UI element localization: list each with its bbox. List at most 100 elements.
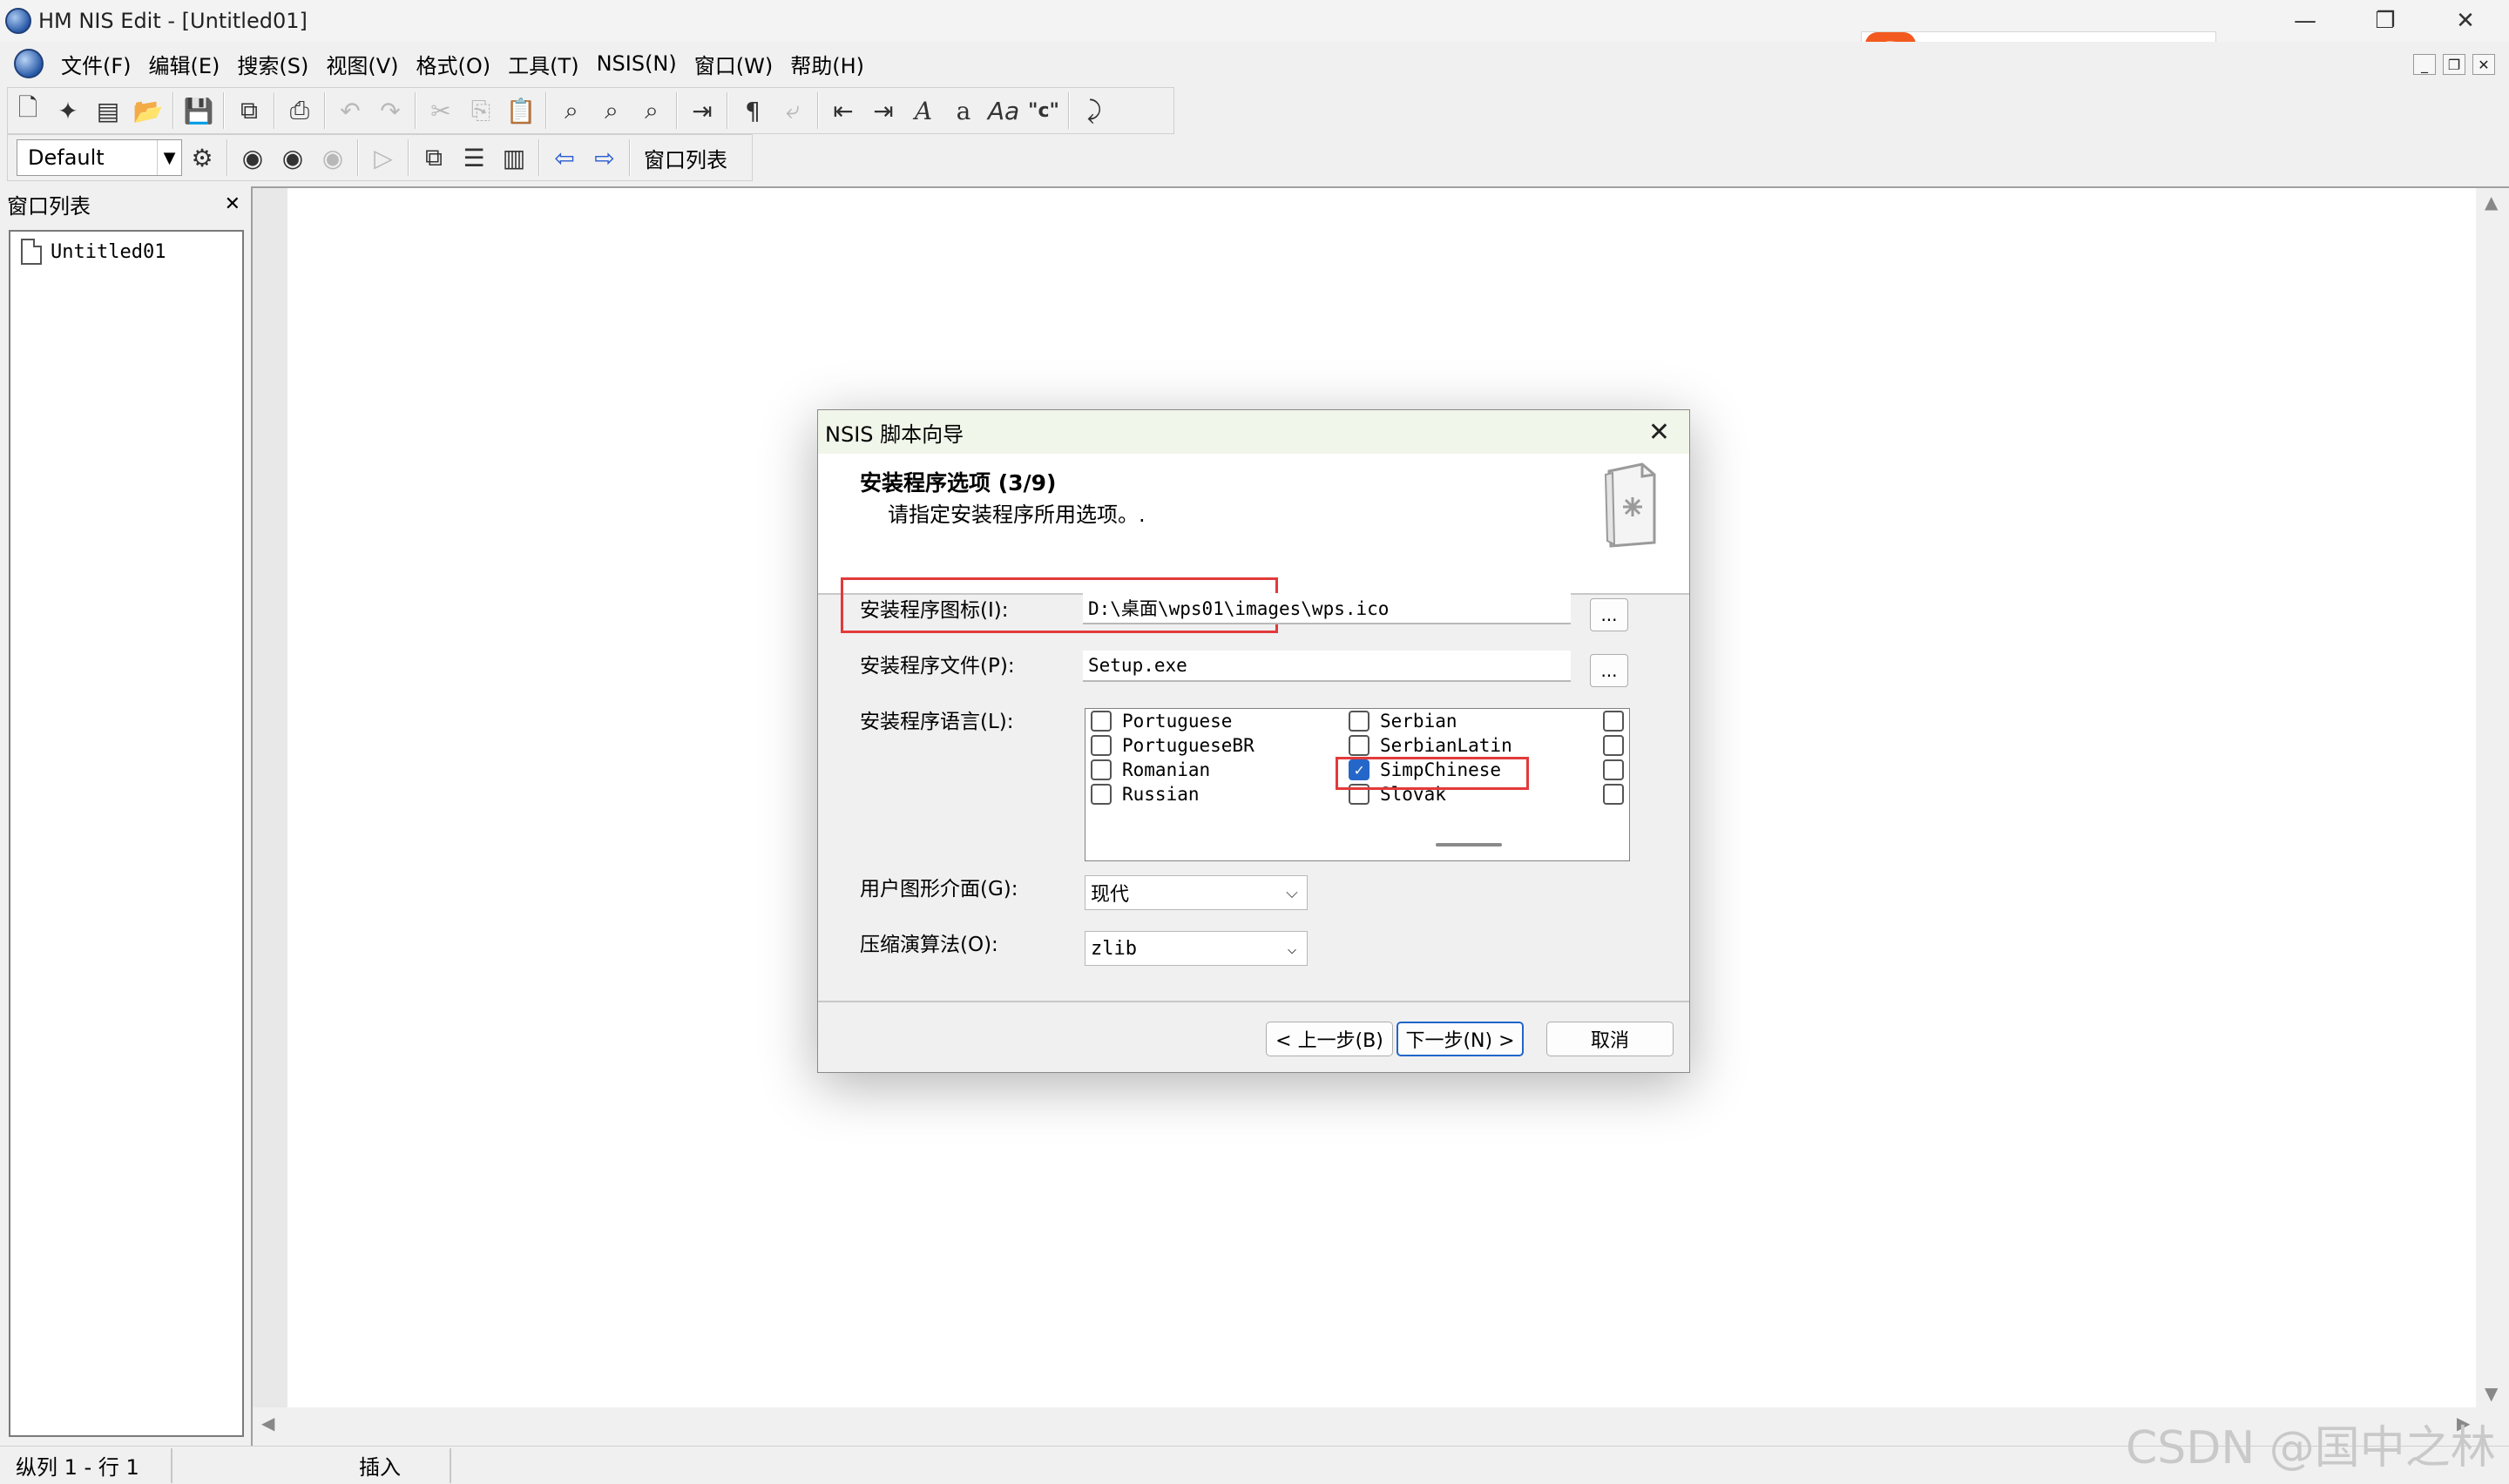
scroll-up-icon[interactable]: ▲: [2485, 192, 2498, 212]
compression-select[interactable]: zlib ⌵: [1085, 931, 1308, 966]
menu-bar: 文件(F) 编辑(E) 搜索(S) 视图(V) 格式(O) 工具(T) NSIS…: [0, 42, 2509, 85]
template-icon[interactable]: ▤: [88, 91, 128, 131]
close-icon: ✕: [2456, 8, 2475, 34]
scroll-left-icon[interactable]: ◀: [261, 1413, 274, 1433]
word-wrap-icon[interactable]: ⤶: [773, 91, 813, 131]
outdent-icon[interactable]: ⇥: [863, 91, 903, 131]
scroll-down-icon[interactable]: ▼: [2485, 1383, 2498, 1404]
menu-file[interactable]: 文件(F): [52, 49, 140, 79]
dialog-heading: 安装程序选项 (3/9): [860, 470, 1057, 496]
minimize-button[interactable]: —: [2265, 0, 2345, 42]
config-settings-icon[interactable]: ⚙: [182, 138, 222, 178]
back-button[interactable]: < 上一步(B): [1266, 1022, 1393, 1056]
menu-tools[interactable]: 工具(T): [499, 49, 587, 79]
compile-icon[interactable]: ◉: [233, 138, 273, 178]
checkbox[interactable]: [1091, 759, 1112, 780]
restore-button[interactable]: ❐: [2345, 0, 2425, 42]
checkbox[interactable]: [1603, 759, 1624, 780]
vertical-scrollbar[interactable]: ▲ ▼: [2476, 188, 2509, 1407]
list-item-label: Untitled01: [51, 240, 166, 263]
quote-icon[interactable]: "c": [1024, 91, 1064, 131]
menu-nsis[interactable]: NSIS(N): [588, 51, 686, 76]
toolbar-separator: [357, 139, 359, 176]
redo-icon[interactable]: ↷: [370, 91, 410, 131]
language-item[interactable]: Romanian: [1091, 759, 1210, 780]
pilcrow-icon[interactable]: ¶: [733, 91, 773, 131]
copy-icon[interactable]: ⎘: [461, 91, 501, 131]
toolbar-separator: [324, 92, 326, 129]
checkbox[interactable]: [1091, 784, 1112, 805]
browse-file-button[interactable]: ...: [1590, 654, 1628, 687]
window-list-button[interactable]: 窗口列表: [635, 143, 736, 173]
cascade-icon[interactable]: ⧉: [414, 138, 454, 178]
wrap-lines-icon[interactable]: ⤸: [1074, 91, 1114, 131]
print-icon[interactable]: ⎙: [280, 91, 320, 131]
checkbox[interactable]: [1091, 735, 1112, 756]
language-item[interactable]: [1603, 784, 1634, 805]
language-list-scroll-thumb[interactable]: [1436, 843, 1502, 847]
cut-icon[interactable]: ✂: [421, 91, 461, 131]
checkbox[interactable]: [1603, 711, 1624, 732]
menu-search[interactable]: 搜索(S): [228, 49, 317, 79]
tile-vertical-icon[interactable]: ▥: [494, 138, 534, 178]
find-icon[interactable]: ⌕: [551, 91, 592, 131]
open-folder-icon[interactable]: 📂: [128, 91, 168, 131]
watermark: CSDN @国中之林: [2126, 1422, 2496, 1474]
new-file-icon[interactable]: 🗋: [8, 91, 48, 131]
wizard-icon[interactable]: ✦: [48, 91, 88, 131]
next-button[interactable]: 下一步(N) >: [1397, 1022, 1524, 1056]
save-icon[interactable]: 💾: [179, 91, 219, 131]
next-window-icon[interactable]: ⇨: [585, 138, 625, 178]
goto-line-icon[interactable]: ⇥: [682, 91, 722, 131]
save-all-icon[interactable]: ⧉: [229, 91, 269, 131]
gui-select[interactable]: 现代 ⌵: [1085, 875, 1308, 910]
checkbox[interactable]: [1349, 711, 1369, 732]
close-button[interactable]: ✕: [2425, 0, 2506, 42]
undo-icon[interactable]: ↶: [330, 91, 370, 131]
language-item[interactable]: [1603, 711, 1634, 732]
menu-format[interactable]: 格式(O): [408, 49, 500, 79]
checkbox[interactable]: [1091, 711, 1112, 732]
cancel-button[interactable]: 取消: [1546, 1022, 1674, 1056]
find-prev-icon[interactable]: ⌕: [632, 91, 672, 131]
language-item[interactable]: PortugueseBR: [1091, 735, 1254, 756]
system-menu-icon[interactable]: [14, 49, 44, 78]
compression-label: 压缩演算法(O):: [860, 934, 998, 956]
indent-icon[interactable]: ⇤: [823, 91, 863, 131]
menu-edit[interactable]: 编辑(E): [140, 49, 229, 79]
language-item[interactable]: [1603, 759, 1634, 780]
checkbox[interactable]: [1603, 784, 1624, 805]
run-icon[interactable]: ▷: [363, 138, 403, 178]
config-combo-value: Default: [28, 145, 105, 170]
language-item[interactable]: Russian: [1091, 784, 1200, 805]
paste-icon[interactable]: 📋: [501, 91, 541, 131]
toggle-case-icon[interactable]: Aa: [984, 91, 1024, 131]
menu-window[interactable]: 窗口(W): [686, 49, 781, 79]
installer-icon-field[interactable]: D:\桌面\wps01\images\wps.ico: [1083, 593, 1571, 624]
tile-horizontal-icon[interactable]: ☰: [454, 138, 494, 178]
checkbox[interactable]: [1603, 735, 1624, 756]
language-item[interactable]: Portuguese: [1091, 711, 1232, 732]
panel-close-icon[interactable]: ✕: [225, 193, 240, 215]
compile-run-icon[interactable]: ◉: [273, 138, 313, 178]
find-next-icon[interactable]: ⌕: [592, 91, 632, 131]
list-item[interactable]: Untitled01: [21, 239, 166, 265]
uppercase-icon[interactable]: A: [903, 91, 943, 131]
dialog-close-icon[interactable]: ✕: [1648, 417, 1670, 448]
mdi-close-button[interactable]: ✕: [2472, 54, 2495, 75]
mdi-minimize-button[interactable]: _: [2413, 54, 2436, 75]
menu-view[interactable]: 视图(V): [317, 49, 407, 79]
browse-icon-button[interactable]: ...: [1590, 598, 1628, 631]
toolbar-separator: [727, 92, 728, 129]
prev-window-icon[interactable]: ⇦: [544, 138, 585, 178]
mdi-restore-button[interactable]: ❐: [2443, 54, 2465, 75]
lowercase-icon[interactable]: a: [943, 91, 984, 131]
checkbox[interactable]: [1349, 735, 1369, 756]
stop-compile-icon[interactable]: ◉: [313, 138, 353, 178]
installer-file-field[interactable]: Setup.exe: [1083, 651, 1571, 682]
config-combo[interactable]: Default ▼: [17, 139, 182, 176]
language-item[interactable]: SerbianLatin: [1349, 735, 1512, 756]
language-item[interactable]: Serbian: [1349, 711, 1457, 732]
language-item[interactable]: [1603, 735, 1634, 756]
menu-help[interactable]: 帮助(H): [781, 49, 873, 79]
